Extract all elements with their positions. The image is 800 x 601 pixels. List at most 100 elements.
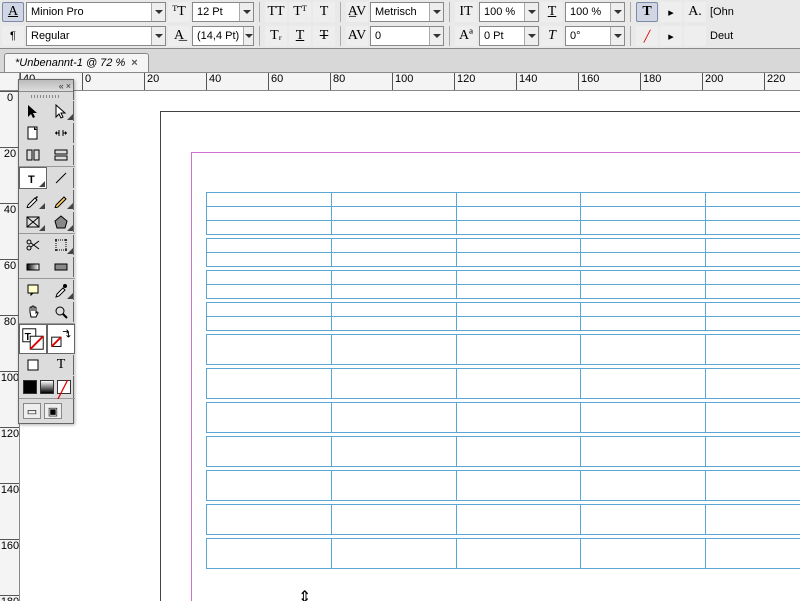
table-cell[interactable] [456, 505, 581, 535]
table-row[interactable] [207, 253, 800, 267]
table-cell[interactable] [581, 539, 706, 569]
table-row[interactable] [207, 539, 800, 569]
chevron-down-icon[interactable] [524, 3, 538, 21]
para-format-button[interactable]: ¶ [2, 26, 24, 46]
format-text-button[interactable]: T [47, 354, 75, 376]
table-cell[interactable] [207, 335, 332, 365]
kerning-combo[interactable]: Metrisch [370, 2, 444, 22]
table-row[interactable] [207, 285, 800, 299]
table-cell[interactable] [706, 221, 800, 235]
table-cell[interactable] [456, 253, 581, 267]
table-cell[interactable] [581, 207, 706, 221]
note-tool[interactable] [19, 279, 47, 301]
char-format-button[interactable]: A [2, 2, 24, 22]
hand-tool[interactable] [19, 301, 47, 323]
table-row[interactable] [207, 403, 800, 433]
chevron-down-icon[interactable] [524, 27, 538, 45]
table-cell[interactable] [581, 317, 706, 331]
chevron-down-icon[interactable] [610, 3, 624, 21]
canvas[interactable]: ⇕ [20, 91, 800, 601]
table-cell[interactable] [581, 193, 706, 207]
table-cell[interactable] [207, 317, 332, 331]
table-cell[interactable] [581, 221, 706, 235]
collapse-icon[interactable]: « [59, 81, 64, 91]
table-row[interactable] [207, 317, 800, 331]
table-cell[interactable] [581, 239, 706, 253]
close-icon[interactable]: × [131, 57, 137, 69]
document-tab[interactable]: *Unbenannt-1 @ 72 % × [4, 53, 149, 72]
font-size-combo[interactable]: 12 Pt [192, 2, 254, 22]
stroke-arrow-icon[interactable]: ▸ [660, 26, 682, 46]
table-cell[interactable] [456, 193, 581, 207]
table-cell[interactable] [207, 471, 332, 501]
format-container-button[interactable] [19, 354, 47, 376]
chevron-down-icon[interactable] [429, 3, 443, 21]
table-row[interactable] [207, 221, 800, 235]
table-cell[interactable] [456, 471, 581, 501]
table-cell[interactable] [207, 253, 332, 267]
table-cell[interactable] [207, 505, 332, 535]
table-cell[interactable] [207, 369, 332, 399]
stroke-t-button[interactable]: ╱ [636, 26, 658, 46]
table-cell[interactable] [706, 403, 800, 433]
table-cell[interactable] [331, 285, 456, 299]
tools-panel[interactable]: « × T [18, 79, 74, 424]
page[interactable] [160, 111, 800, 601]
table-cell[interactable] [207, 193, 332, 207]
table-cell[interactable] [456, 403, 581, 433]
tools-panel-header[interactable]: « × [19, 80, 73, 92]
table-cell[interactable] [456, 303, 581, 317]
superscript-button[interactable]: T [313, 2, 335, 22]
apply-none-button[interactable]: ╱ [57, 380, 71, 394]
horizontal-ruler[interactable]: 40020406080100120140160180200220 [20, 73, 800, 91]
gradient-swatch-tool[interactable] [19, 256, 47, 278]
swap-default-proxy[interactable] [47, 324, 75, 354]
table-cell[interactable] [456, 285, 581, 299]
chevron-down-icon[interactable] [239, 3, 253, 21]
table-cell[interactable] [456, 239, 581, 253]
pencil-tool[interactable] [47, 189, 75, 211]
table-cell[interactable] [331, 403, 456, 433]
table-cell[interactable] [456, 221, 581, 235]
polygon-tool[interactable] [47, 211, 75, 233]
table-cell[interactable] [706, 239, 800, 253]
fill-arrow-icon[interactable]: ▸ [660, 2, 682, 22]
table-cell[interactable] [581, 471, 706, 501]
skew-combo[interactable]: 0° [565, 26, 625, 46]
table-cell[interactable] [456, 271, 581, 285]
cell-tool-b[interactable] [47, 144, 75, 166]
table-cell[interactable] [456, 317, 581, 331]
table-cell[interactable] [706, 369, 800, 399]
table-cell[interactable] [706, 505, 800, 535]
table-cell[interactable] [581, 285, 706, 299]
table-cell[interactable] [331, 369, 456, 399]
zoom-tool[interactable] [47, 301, 75, 323]
table-cell[interactable] [706, 335, 800, 365]
table-cell[interactable] [456, 437, 581, 467]
free-transform-tool[interactable] [47, 234, 75, 256]
font-style-combo[interactable]: Regular [26, 26, 166, 46]
table-row[interactable] [207, 239, 800, 253]
chevron-down-icon[interactable] [610, 27, 624, 45]
table-cell[interactable] [706, 285, 800, 299]
table-cell[interactable] [207, 239, 332, 253]
vertical-ruler[interactable]: 020406080100120140160180 [0, 91, 20, 601]
table-cell[interactable] [331, 239, 456, 253]
preview-view-button[interactable]: ▣ [44, 403, 62, 419]
table-row[interactable] [207, 369, 800, 399]
ruler-origin[interactable] [0, 73, 20, 91]
subscript-button[interactable]: Tᵣ [265, 26, 287, 46]
table-cell[interactable] [706, 539, 800, 569]
eyedropper-tool[interactable] [47, 279, 75, 301]
table-cell[interactable] [331, 317, 456, 331]
table-row[interactable] [207, 271, 800, 285]
rectangle-frame-tool[interactable] [19, 211, 47, 233]
gap-tool[interactable] [47, 122, 75, 144]
table-cell[interactable] [207, 437, 332, 467]
apply-color-button[interactable] [23, 380, 37, 394]
table-cell[interactable] [706, 471, 800, 501]
table-cell[interactable] [456, 335, 581, 365]
table-cell[interactable] [331, 335, 456, 365]
chevron-down-icon[interactable] [243, 27, 253, 45]
table-cell[interactable] [706, 193, 800, 207]
